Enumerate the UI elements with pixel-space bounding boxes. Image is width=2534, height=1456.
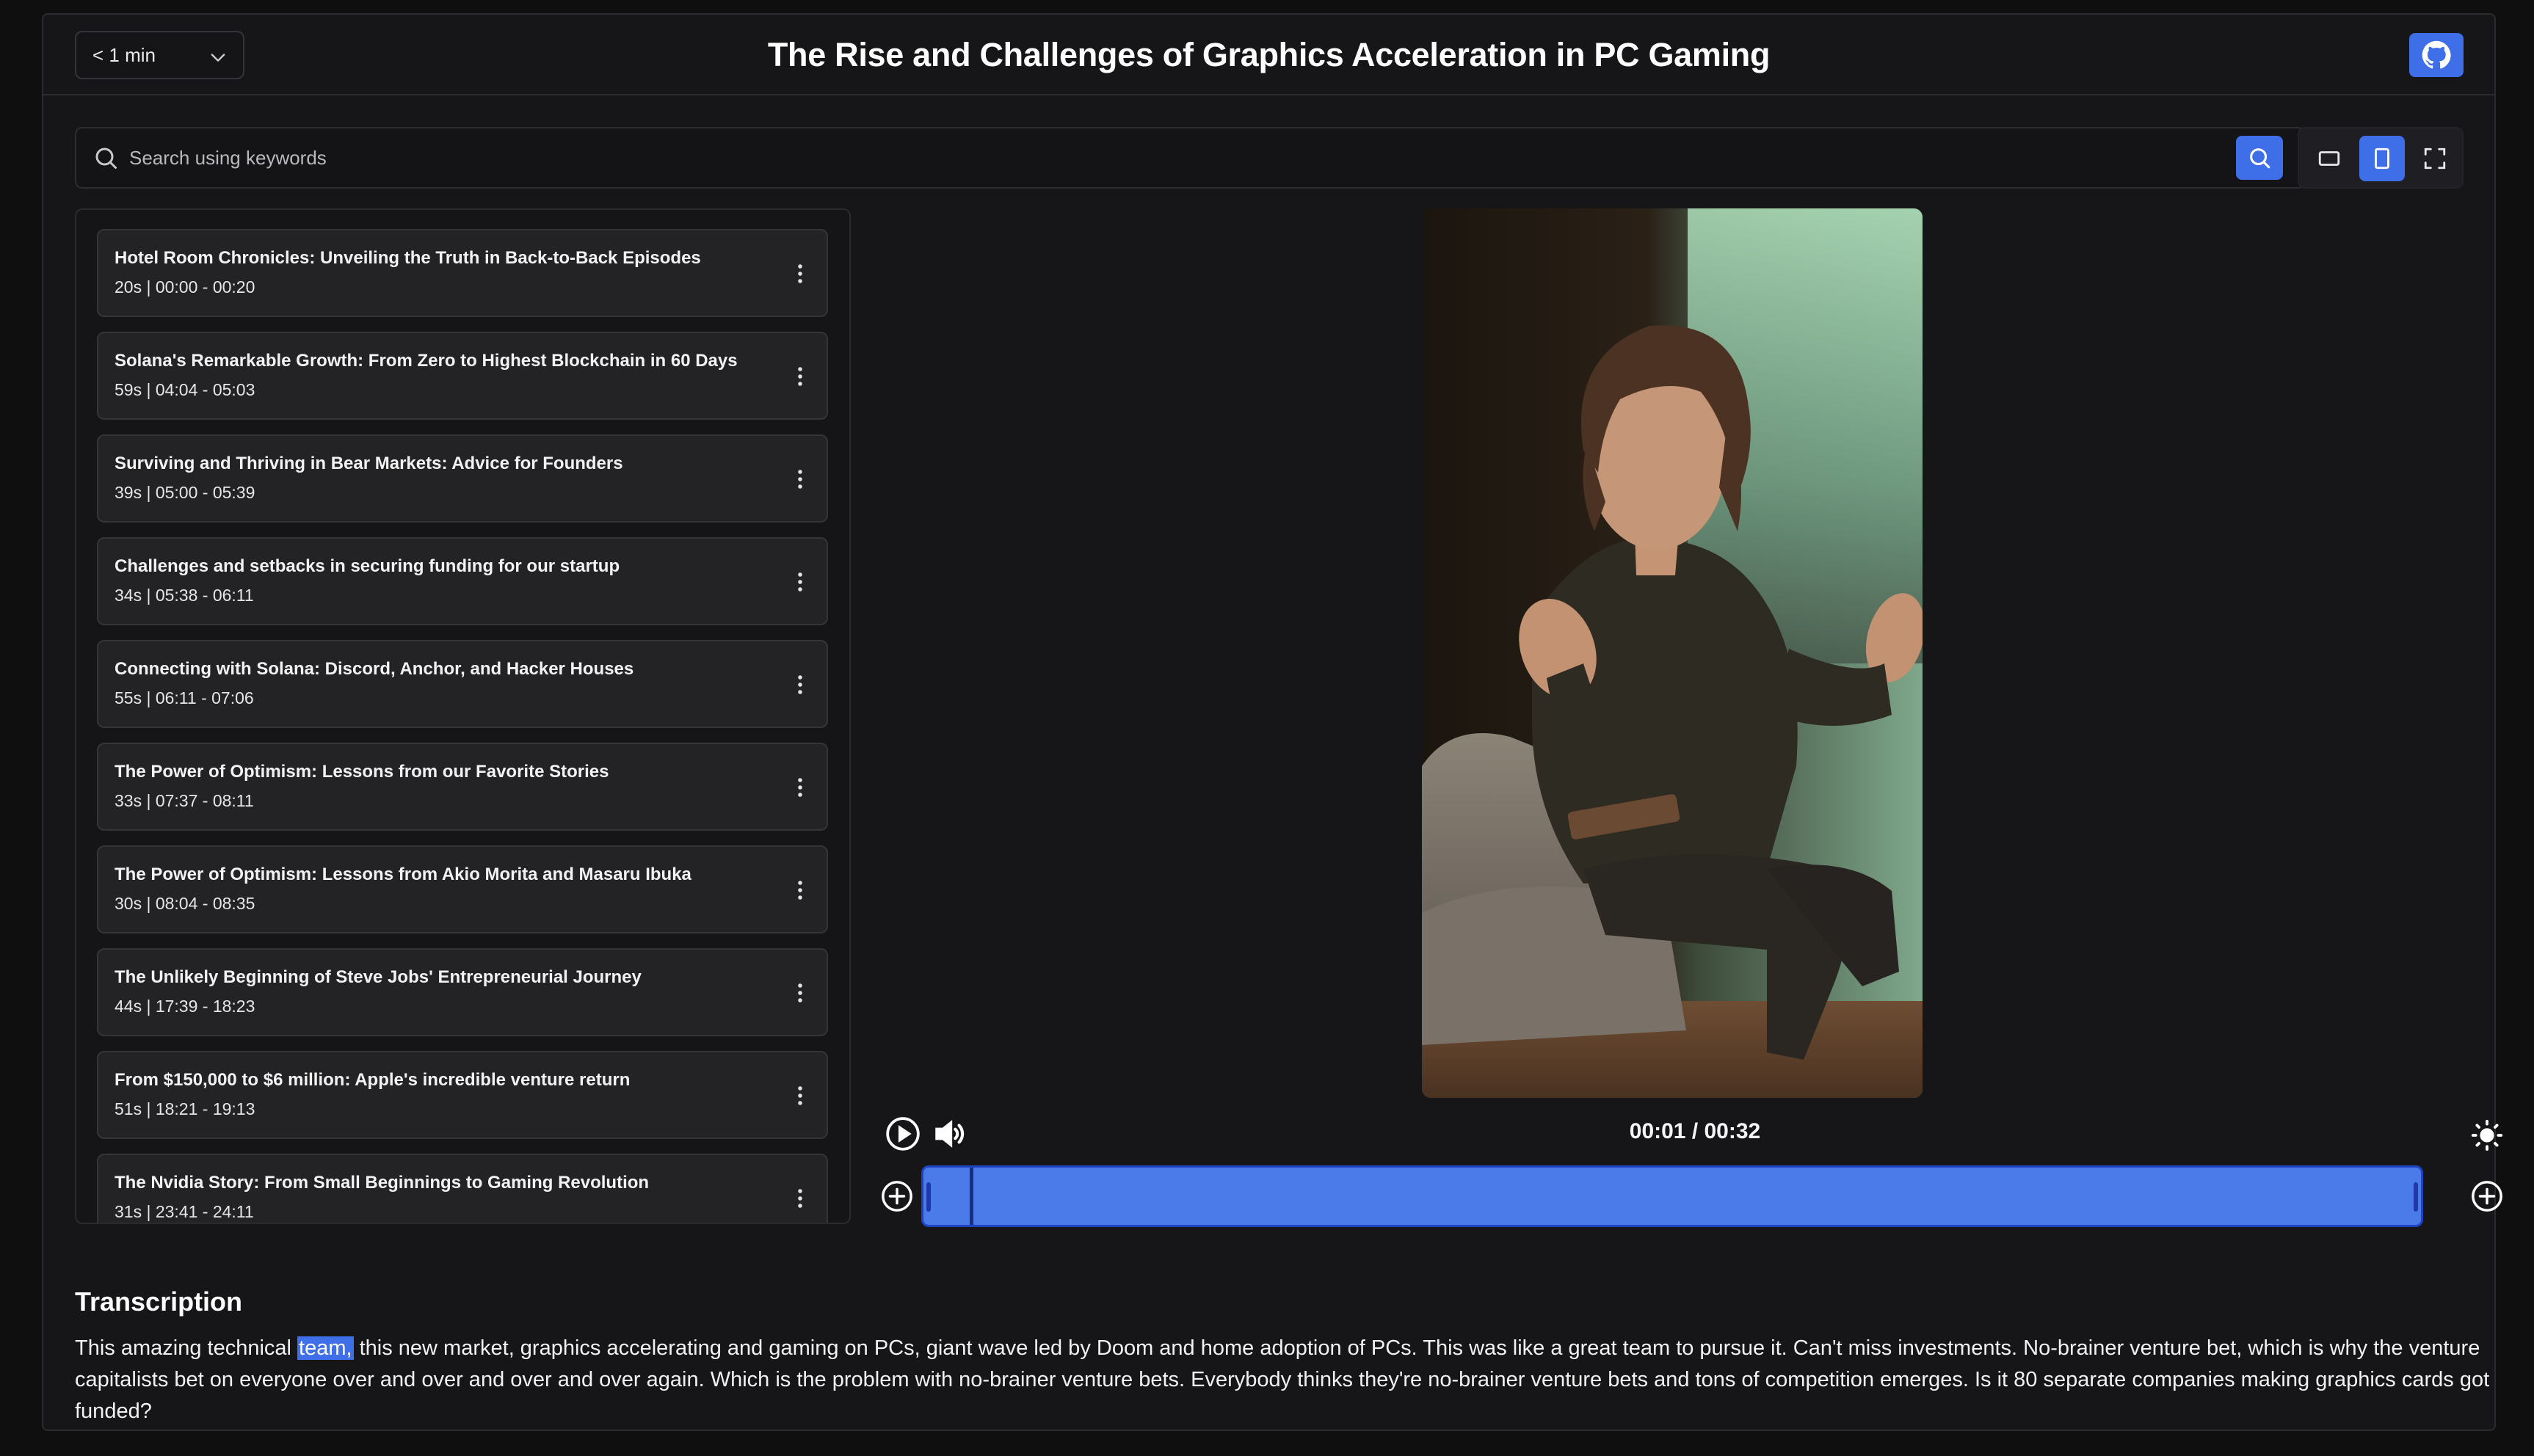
transcript-text-before: This amazing technical bbox=[75, 1336, 298, 1360]
clip-title: The Power of Optimism: Lessons from our … bbox=[115, 762, 609, 782]
sun-icon[interactable] bbox=[2470, 1118, 2504, 1152]
clip-meta: 51s | 18:21 - 19:13 bbox=[115, 1099, 255, 1118]
clip-meta: 34s | 05:38 - 06:11 bbox=[115, 586, 254, 605]
trim-end-handle[interactable] bbox=[2414, 1182, 2418, 1212]
playhead[interactable] bbox=[970, 1168, 973, 1225]
fullscreen-icon bbox=[2424, 148, 2446, 170]
clip-title: Solana's Remarkable Growth: From Zero to… bbox=[115, 351, 738, 371]
search-bar bbox=[75, 127, 2305, 189]
clip-item[interactable]: Solana's Remarkable Growth: From Zero to… bbox=[97, 332, 828, 420]
clip-title: The Power of Optimism: Lessons from Akio… bbox=[115, 864, 691, 884]
more-vertical-icon[interactable] bbox=[796, 571, 805, 593]
more-vertical-icon[interactable] bbox=[796, 776, 805, 798]
clip-meta: 33s | 07:37 - 08:11 bbox=[115, 791, 254, 810]
clip-title: Surviving and Thriving in Bear Markets: … bbox=[115, 454, 623, 473]
clip-meta: 39s | 05:00 - 05:39 bbox=[115, 483, 255, 502]
more-vertical-icon[interactable] bbox=[796, 1187, 805, 1209]
clip-meta: 30s | 08:04 - 08:35 bbox=[115, 894, 255, 913]
clip-item[interactable]: Hotel Room Chronicles: Unveiling the Tru… bbox=[97, 229, 828, 317]
clip-meta: 55s | 06:11 - 07:06 bbox=[115, 688, 254, 707]
transcript-highlighted-word[interactable]: team, bbox=[297, 1336, 354, 1360]
volume-icon[interactable] bbox=[931, 1115, 968, 1152]
clip-item[interactable]: From $150,000 to $6 million: Apple's inc… bbox=[97, 1051, 828, 1139]
transcription-text[interactable]: This amazing technical team, this new ma… bbox=[75, 1333, 2497, 1427]
transcription-heading: Transcription bbox=[75, 1286, 243, 1317]
fullscreen-view-button[interactable] bbox=[2412, 136, 2458, 181]
app-window: < 1 min The Rise and Challenges of Graph… bbox=[42, 13, 2503, 1431]
clip-item[interactable]: Challenges and setbacks in securing fund… bbox=[97, 537, 828, 625]
clip-title: The Unlikely Beginning of Steve Jobs' En… bbox=[115, 967, 642, 987]
video-frame bbox=[1422, 208, 1923, 1098]
clip-item[interactable]: The Nvidia Story: From Small Beginnings … bbox=[97, 1154, 828, 1223]
playback-time: 00:01 / 00:32 bbox=[1629, 1119, 1761, 1143]
github-button[interactable] bbox=[2409, 33, 2464, 77]
clip-meta: 44s | 17:39 - 18:23 bbox=[115, 997, 255, 1016]
clip-item[interactable]: The Power of Optimism: Lessons from Akio… bbox=[97, 845, 828, 933]
video-player[interactable] bbox=[1422, 208, 1923, 1098]
more-vertical-icon[interactable] bbox=[796, 982, 805, 1004]
timeline-track[interactable] bbox=[921, 1165, 2423, 1227]
more-vertical-icon[interactable] bbox=[796, 468, 805, 490]
clip-title: Challenges and setbacks in securing fund… bbox=[115, 556, 620, 576]
landscape-view-icon bbox=[2318, 151, 2340, 166]
page-title: The Rise and Challenges of Graphics Acce… bbox=[767, 36, 1771, 73]
clip-meta: 31s | 23:41 - 24:11 bbox=[115, 1202, 254, 1221]
more-vertical-icon[interactable] bbox=[796, 263, 805, 285]
search-input[interactable] bbox=[129, 137, 2185, 178]
more-vertical-icon[interactable] bbox=[796, 879, 805, 901]
view-mode-group bbox=[2298, 127, 2464, 189]
clip-meta: 59s | 04:04 - 05:03 bbox=[115, 380, 255, 399]
clip-meta: 20s | 00:00 - 00:20 bbox=[115, 277, 255, 296]
header: < 1 min The Rise and Challenges of Graph… bbox=[43, 15, 2494, 95]
search-icon bbox=[2250, 148, 2270, 169]
clip-title: The Nvidia Story: From Small Beginnings … bbox=[115, 1173, 650, 1193]
clip-item[interactable]: The Power of Optimism: Lessons from our … bbox=[97, 743, 828, 831]
portrait-view-button[interactable] bbox=[2359, 136, 2405, 181]
add-circle-icon[interactable] bbox=[880, 1179, 914, 1213]
add-circle-icon[interactable] bbox=[2470, 1179, 2504, 1213]
transcript-text-after: this new market, graphics accelerating a… bbox=[75, 1336, 2490, 1423]
clip-list: Hotel Room Chronicles: Unveiling the Tru… bbox=[75, 208, 851, 1224]
clip-title: Connecting with Solana: Discord, Anchor,… bbox=[115, 659, 634, 679]
clip-title: From $150,000 to $6 million: Apple's inc… bbox=[115, 1070, 631, 1090]
search-button[interactable] bbox=[2236, 136, 2283, 180]
portrait-view-icon bbox=[2375, 148, 2389, 170]
github-icon bbox=[2422, 40, 2451, 69]
play-icon[interactable] bbox=[885, 1115, 921, 1152]
clip-item[interactable]: Surviving and Thriving in Bear Markets: … bbox=[97, 434, 828, 523]
search-icon bbox=[95, 148, 117, 169]
clip-item[interactable]: The Unlikely Beginning of Steve Jobs' En… bbox=[97, 948, 828, 1036]
landscape-view-button[interactable] bbox=[2306, 136, 2352, 181]
trim-start-handle[interactable] bbox=[926, 1182, 931, 1212]
clip-title: Hotel Room Chronicles: Unveiling the Tru… bbox=[115, 248, 701, 268]
more-vertical-icon[interactable] bbox=[796, 674, 805, 696]
more-vertical-icon[interactable] bbox=[796, 1085, 805, 1107]
more-vertical-icon[interactable] bbox=[796, 365, 805, 387]
clip-item[interactable]: Connecting with Solana: Discord, Anchor,… bbox=[97, 640, 828, 728]
